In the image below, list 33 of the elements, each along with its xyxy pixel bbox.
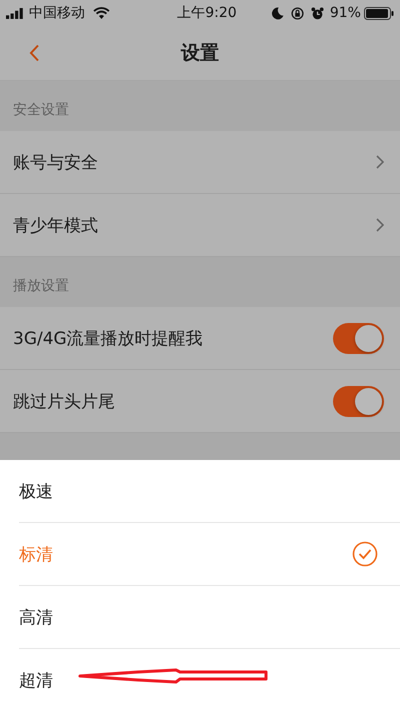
- page-title: 设置: [181, 41, 219, 66]
- option-label: 极速: [19, 480, 53, 502]
- row-label: 账号与安全: [13, 152, 99, 174]
- option-label: 标清: [19, 544, 53, 566]
- signal-icon: [6, 8, 26, 18]
- moon-icon: [270, 6, 284, 20]
- chevron-right-icon: [376, 155, 384, 169]
- quality-option[interactable]: 超清: [19, 649, 400, 710]
- settings-row[interactable]: 跳过片头片尾: [0, 370, 400, 433]
- section-header: 安全设置: [13, 101, 69, 119]
- quality-option[interactable]: 高清: [19, 586, 400, 649]
- status-time: 上午9:20: [176, 4, 237, 22]
- row-label: 跳过片头片尾: [13, 390, 116, 412]
- settings-row[interactable]: 青少年模式: [0, 194, 400, 257]
- toggle-switch[interactable]: [333, 322, 384, 354]
- chevron-right-icon: [376, 218, 384, 232]
- option-label: 超清: [19, 670, 53, 692]
- alarm-icon: [310, 6, 324, 20]
- carrier-name: 中国移动: [29, 4, 85, 22]
- settings-row[interactable]: 账号与安全: [0, 131, 400, 194]
- row-label: 青少年模式: [13, 214, 99, 236]
- section-header: 播放设置: [13, 277, 69, 295]
- back-icon[interactable]: [29, 44, 40, 62]
- settings-row[interactable]: 3G/4G流量播放时提醒我: [0, 307, 400, 370]
- option-label: 高清: [19, 606, 53, 628]
- toggle-switch[interactable]: [333, 386, 384, 416]
- check-circle-icon: [352, 541, 378, 567]
- wifi-icon: [93, 7, 110, 19]
- rotation-lock-icon: [290, 6, 304, 20]
- row-label: 3G/4G流量播放时提醒我: [13, 328, 204, 350]
- battery-percent: 91%: [330, 5, 361, 21]
- quality-option[interactable]: 极速: [19, 460, 400, 523]
- battery-icon: [364, 6, 394, 20]
